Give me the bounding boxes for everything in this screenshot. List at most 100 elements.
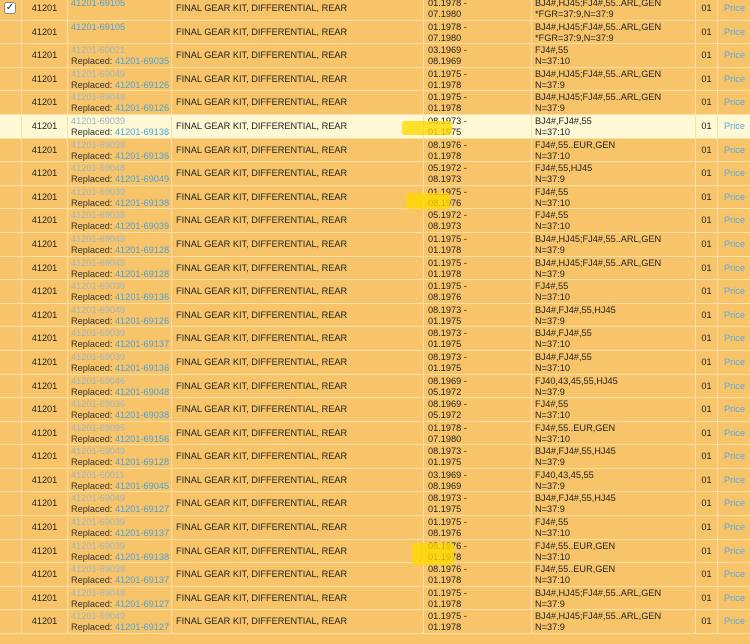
select-cell[interactable] bbox=[0, 350, 22, 374]
table-row[interactable]: 41201 41201-69039 Replaced: 41201-69137 FIN… bbox=[0, 516, 750, 540]
replaced-part-link[interactable]: 41201-69156 bbox=[115, 434, 169, 444]
price-link[interactable]: Price bbox=[724, 593, 745, 603]
row-checkbox[interactable]: ✓ bbox=[4, 2, 16, 14]
price-link[interactable]: Price bbox=[724, 498, 745, 508]
select-cell[interactable] bbox=[0, 280, 22, 303]
replaced-part-link[interactable]: 41201-69138 bbox=[115, 552, 169, 562]
table-row[interactable]: 41201 41201-69049 Replaced: 41201-69126 FIN… bbox=[0, 67, 750, 92]
replaced-part-link[interactable]: 41201-69138 bbox=[115, 127, 169, 137]
select-cell[interactable] bbox=[0, 610, 22, 634]
part-number-link[interactable]: 41201-60021 bbox=[71, 45, 171, 56]
replaced-part-link[interactable]: 41201-69128 bbox=[115, 245, 169, 255]
part-number-link[interactable]: 41201-69039 bbox=[71, 541, 171, 552]
replaced-part-link[interactable]: 41201-69138 bbox=[115, 198, 169, 208]
part-number-link[interactable]: 41201-69105 bbox=[71, 0, 171, 9]
table-row[interactable]: 41201 41201-69039 Replaced: 41201-69138 FIN… bbox=[0, 114, 750, 139]
table-row[interactable]: 41201 41201-69039 Replaced: 41201-69136 FIN… bbox=[0, 350, 750, 375]
part-number-link[interactable]: 41201-69049 bbox=[71, 446, 171, 457]
table-row[interactable]: 41201 41201-69105 FINAL GEAR KIT, DIFFEREN… bbox=[0, 20, 750, 45]
part-number-link[interactable]: 41201-69049 bbox=[71, 258, 171, 269]
table-row[interactable]: 41201 41201-69046 Replaced: 41201-69048 FIN… bbox=[0, 374, 750, 399]
price-link[interactable]: Price bbox=[724, 451, 745, 461]
part-number-link[interactable]: 41201-69036 bbox=[71, 399, 171, 410]
select-cell[interactable] bbox=[0, 67, 22, 91]
part-number-link[interactable]: 41201-69049 bbox=[71, 234, 171, 245]
price-link[interactable]: Price bbox=[724, 404, 745, 414]
table-row[interactable]: 41201 41201-60011 Replaced: 41201-69045 FIN… bbox=[0, 468, 750, 493]
table-row[interactable]: 41201 41201-69049 Replaced: 41201-69126 FIN… bbox=[0, 91, 750, 115]
table-row[interactable]: 41201 41201-69095 Replaced: 41201-69156 FIN… bbox=[0, 421, 750, 446]
price-link[interactable]: Price bbox=[724, 27, 745, 37]
price-link[interactable]: Price bbox=[724, 286, 745, 296]
select-cell[interactable] bbox=[0, 563, 22, 586]
replaced-part-link[interactable]: 41201-69035 bbox=[115, 56, 169, 66]
select-cell[interactable] bbox=[0, 586, 22, 610]
table-row[interactable]: 41201 41201-69039 Replaced: 41201-69138 FIN… bbox=[0, 185, 750, 210]
replaced-part-link[interactable]: 41201-69039 bbox=[115, 221, 169, 231]
price-link[interactable]: Price bbox=[724, 145, 745, 155]
replaced-part-link[interactable]: 41201-69127 bbox=[115, 504, 169, 514]
replaced-part-link[interactable]: 41201-69126 bbox=[115, 80, 169, 90]
table-row[interactable]: 41201 41201-69049 Replaced: 41201-69128 FIN… bbox=[0, 445, 750, 469]
replaced-part-link[interactable]: 41201-69038 bbox=[115, 410, 169, 420]
select-cell[interactable] bbox=[0, 374, 22, 398]
replaced-part-link[interactable]: 41201-69136 bbox=[115, 363, 169, 373]
replaced-part-link[interactable]: 41201-69136 bbox=[115, 151, 169, 161]
price-link[interactable]: Price bbox=[724, 310, 745, 320]
select-cell[interactable] bbox=[0, 468, 22, 492]
replaced-part-link[interactable]: 41201-69127 bbox=[115, 599, 169, 609]
price-link[interactable]: Price bbox=[724, 3, 745, 13]
table-row[interactable]: 41201 41201-69039 Replaced: 41201-69138 FIN… bbox=[0, 539, 750, 564]
select-cell[interactable] bbox=[0, 232, 22, 256]
table-row[interactable]: 41201 41201-69039 Replaced: 41201-69136 FIN… bbox=[0, 280, 750, 304]
table-row[interactable]: 41201 41201-69048 Replaced: 41201-69049 FIN… bbox=[0, 162, 750, 186]
replaced-part-link[interactable]: 41201-69136 bbox=[115, 292, 169, 302]
select-cell[interactable] bbox=[0, 185, 22, 209]
table-row[interactable]: 41201 41201-69049 Replaced: 41201-69128 FIN… bbox=[0, 232, 750, 257]
part-number-link[interactable]: 41201-69038 bbox=[71, 210, 171, 221]
price-link[interactable]: Price bbox=[724, 263, 745, 273]
replaced-part-link[interactable]: 41201-69128 bbox=[115, 269, 169, 279]
price-link[interactable]: Price bbox=[724, 121, 745, 131]
part-number-link[interactable]: 41201-60011 bbox=[71, 470, 171, 481]
part-number-link[interactable]: 41201-69039 bbox=[71, 564, 171, 575]
table-row[interactable]: 41201 41201-69039 Replaced: 41201-69136 FIN… bbox=[0, 138, 750, 163]
price-link[interactable]: Price bbox=[724, 215, 745, 225]
part-number-link[interactable]: 41201-69039 bbox=[71, 140, 171, 151]
price-link[interactable]: Price bbox=[724, 97, 745, 107]
part-number-link[interactable]: 41201-69039 bbox=[71, 281, 171, 292]
table-row[interactable]: 41201 41201-69038 Replaced: 41201-69039 FIN… bbox=[0, 209, 750, 233]
part-number-link[interactable]: 41201-69039 bbox=[71, 187, 171, 198]
price-link[interactable]: Price bbox=[724, 522, 745, 532]
select-cell[interactable] bbox=[0, 162, 22, 185]
table-row[interactable]: 41201 41201-69049 Replaced: 41201-69128 FIN… bbox=[0, 256, 750, 281]
select-cell[interactable]: ✓ bbox=[0, 0, 22, 20]
select-cell[interactable] bbox=[0, 303, 22, 327]
select-cell[interactable] bbox=[0, 398, 22, 421]
price-link[interactable]: Price bbox=[724, 74, 745, 84]
select-cell[interactable] bbox=[0, 445, 22, 468]
part-number-link[interactable]: 41201-69095 bbox=[71, 423, 171, 434]
select-cell[interactable] bbox=[0, 256, 22, 280]
part-number-link[interactable]: 41201-69105 bbox=[71, 22, 171, 33]
table-row[interactable]: 41201 41201-69049 Replaced: 41201-69127 FIN… bbox=[0, 610, 750, 635]
replaced-part-link[interactable]: 41201-69137 bbox=[115, 575, 169, 585]
part-number-link[interactable]: 41201-69049 bbox=[71, 305, 171, 316]
replaced-part-link[interactable]: 41201-69137 bbox=[115, 528, 169, 538]
part-number-link[interactable]: 41201-69049 bbox=[71, 92, 171, 103]
part-number-link[interactable]: 41201-69039 bbox=[71, 116, 171, 127]
select-cell[interactable] bbox=[0, 516, 22, 539]
part-number-link[interactable]: 41201-69049 bbox=[71, 588, 171, 599]
price-link[interactable]: Price bbox=[724, 50, 745, 60]
select-cell[interactable] bbox=[0, 327, 22, 350]
price-link[interactable]: Price bbox=[724, 428, 745, 438]
price-link[interactable]: Price bbox=[724, 192, 745, 202]
part-number-link[interactable]: 41201-69046 bbox=[71, 376, 171, 387]
table-row[interactable]: ✓ 41201 41201-69105 FINAL GEAR KIT, DIFFERE… bbox=[0, 0, 750, 21]
part-number-link[interactable]: 41201-69048 bbox=[71, 163, 171, 174]
part-number-link[interactable]: 41201-69039 bbox=[71, 517, 171, 528]
price-link[interactable]: Price bbox=[724, 475, 745, 485]
price-link[interactable]: Price bbox=[724, 616, 745, 626]
select-cell[interactable] bbox=[0, 91, 22, 114]
part-number-link[interactable]: 41201-69049 bbox=[71, 69, 171, 80]
